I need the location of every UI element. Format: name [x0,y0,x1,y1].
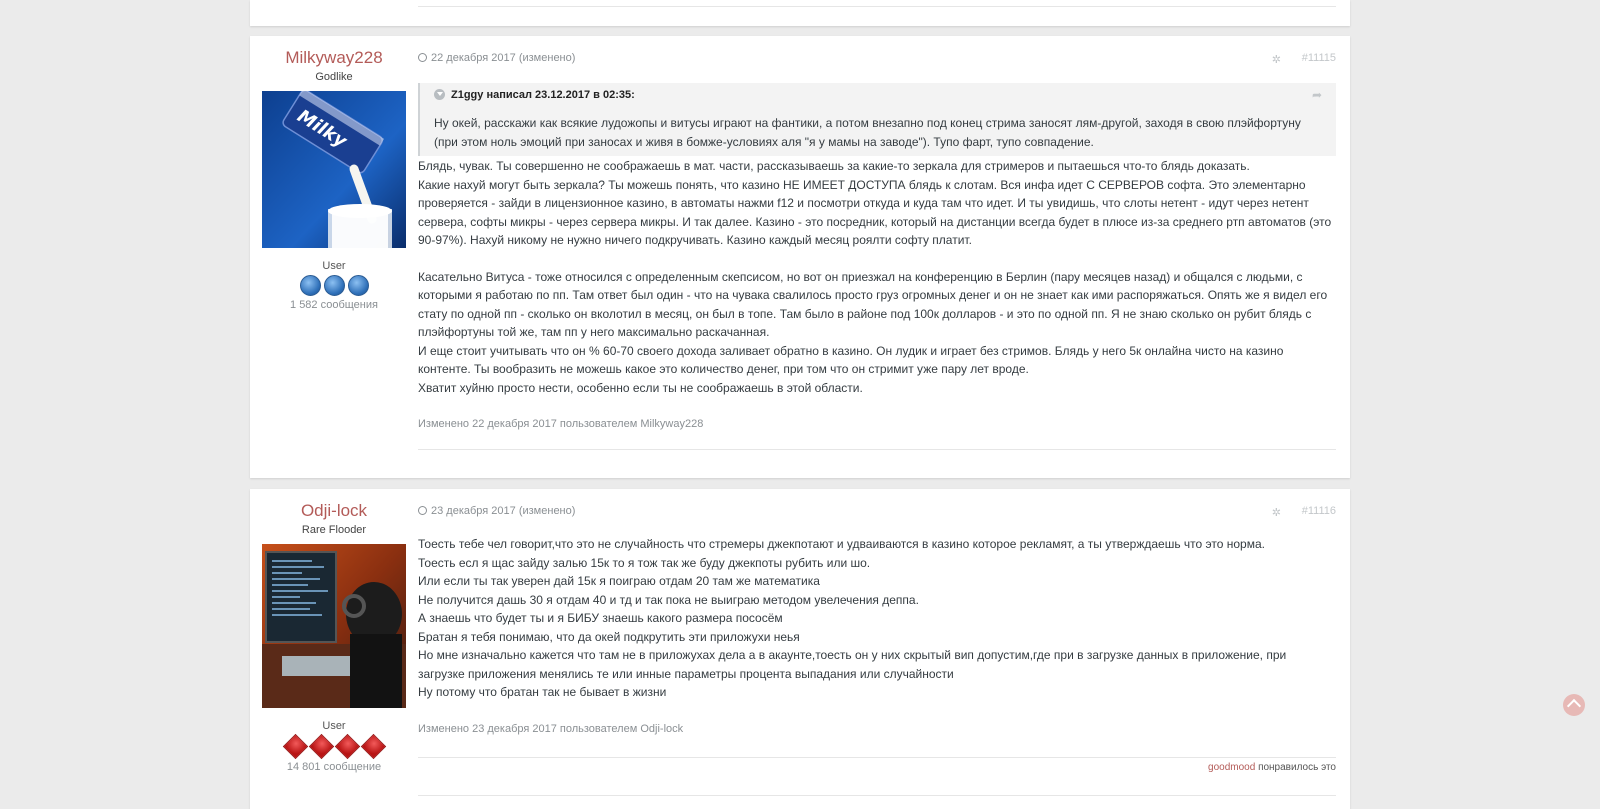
quote-block: Z1ggy написал 23.12.2017 в 02:35: ➦ Ну о… [418,83,1336,156]
share-arrow-icon[interactable]: ➦ [1312,88,1322,102]
red-diamond-badge-icon [334,733,360,760]
author-panel: Milkyway228 Godlike Milky User 1 582 соо… [262,48,406,311]
post-date[interactable]: 23 декабря 2017 (изменено) [418,505,575,517]
post-number[interactable]: #11115 [1302,52,1336,64]
post-body: Блядь, чувак. Ты совершенно не соображае… [418,157,1336,397]
post-paragraph: Какие нахуй могут быть зеркала? Ты можеш… [418,177,1332,248]
blue-round-badge-icon [347,275,369,296]
red-diamond-badge-icon [360,733,386,760]
blue-round-badge-icon [323,275,345,296]
red-diamond-badge-icon [282,733,308,760]
post-paragraph: И еще стоит учитывать что он % 60-70 сво… [418,343,1284,377]
post-divider [418,757,1336,758]
author-panel: Odji-lock Rare Flooder User 14 801 сообщ… [262,501,406,773]
post-paragraph: Тоесть есл я щас зайду залью 15к то я то… [418,555,871,570]
quote-header-text: Z1ggy написал 23.12.2017 в 02:35: [451,89,635,101]
post-date[interactable]: 22 декабря 2017 (изменено) [418,52,575,64]
clock-icon [418,506,427,515]
post-date-text: 23 декабря 2017 (изменено) [431,505,576,517]
post-number[interactable]: #11116 [1302,505,1336,517]
quote-header[interactable]: Z1ggy написал 23.12.2017 в 02:35: [434,89,635,101]
post-paragraph: Блядь, чувак. Ты совершенно не соображае… [418,159,1250,173]
post-paragraph: Или если ты так уверен дай 15к я поиграю… [418,574,820,588]
author-name[interactable]: Odji-lock [262,501,406,521]
post-previous [250,0,1350,26]
post: Odji-lock Rare Flooder User 14 801 сообщ… [250,489,1350,809]
author-rank-title: Godlike [315,71,353,83]
quote-text: Ну окей, расскажи как всякие лудожопы и … [434,116,1301,149]
post-divider [418,449,1336,450]
post-paragraph: Хватит хуйню просто нести, особенно если… [418,380,863,395]
reaction-user-link[interactable]: goodmood [1208,762,1255,773]
user-group: User [322,720,346,732]
chevron-down-icon[interactable] [434,89,445,100]
user-group: User [322,260,346,272]
post-paragraph: Ну потому что братан так не бывает в жиз… [418,685,667,699]
share-icon[interactable]: ✲ [1272,506,1281,519]
chevron-up-icon[interactable] [1563,694,1585,716]
blue-round-badge-icon [299,275,321,296]
clock-icon [418,53,427,62]
author-rank-title: Rare Flooder [301,524,367,536]
post-paragraph: Тоесть тебе чел говорит,что это не случа… [418,537,1265,551]
post-date-text: 22 декабря 2017 (изменено) [431,52,576,64]
edited-note: Изменено 23 декабря 2017 пользователем O… [418,723,684,735]
reaction-text: понравилось это [1258,762,1336,773]
post-paragraph: Не получится дашь 30 я отдам 40 и тд и т… [418,592,919,607]
post-paragraph: Но мне изначально кажется что там не в п… [418,648,1287,681]
post-paragraph: А знаешь что будет ты и я БИБУ знаешь ка… [418,611,783,625]
reaction-summary: goodmood понравилось это [1208,762,1336,773]
red-diamond-badge-icon [308,733,334,760]
rank-badges [262,275,406,296]
share-icon[interactable]: ✲ [1272,53,1281,66]
edited-note: Изменено 22 декабря 2017 пользователем M… [418,418,704,430]
message-count: 1 582 сообщения [290,299,378,311]
avatar[interactable] [262,544,406,708]
post-divider [418,6,1336,7]
post-divider [418,795,1336,796]
post-body: Тоесть тебе чел говорит,что это не случа… [418,535,1336,702]
post: Milkyway228 Godlike Milky User 1 582 соо… [250,36,1350,478]
post-paragraph: Касательно Витуса - тоже относился с опр… [418,269,1328,340]
rank-badges [262,733,406,760]
author-name[interactable]: Milkyway228 [262,48,406,68]
avatar[interactable]: Milky [262,91,406,248]
message-count: 14 801 сообщение [286,761,382,773]
post-paragraph: Братан я тебя понимаю, что да окей подкр… [418,629,800,644]
